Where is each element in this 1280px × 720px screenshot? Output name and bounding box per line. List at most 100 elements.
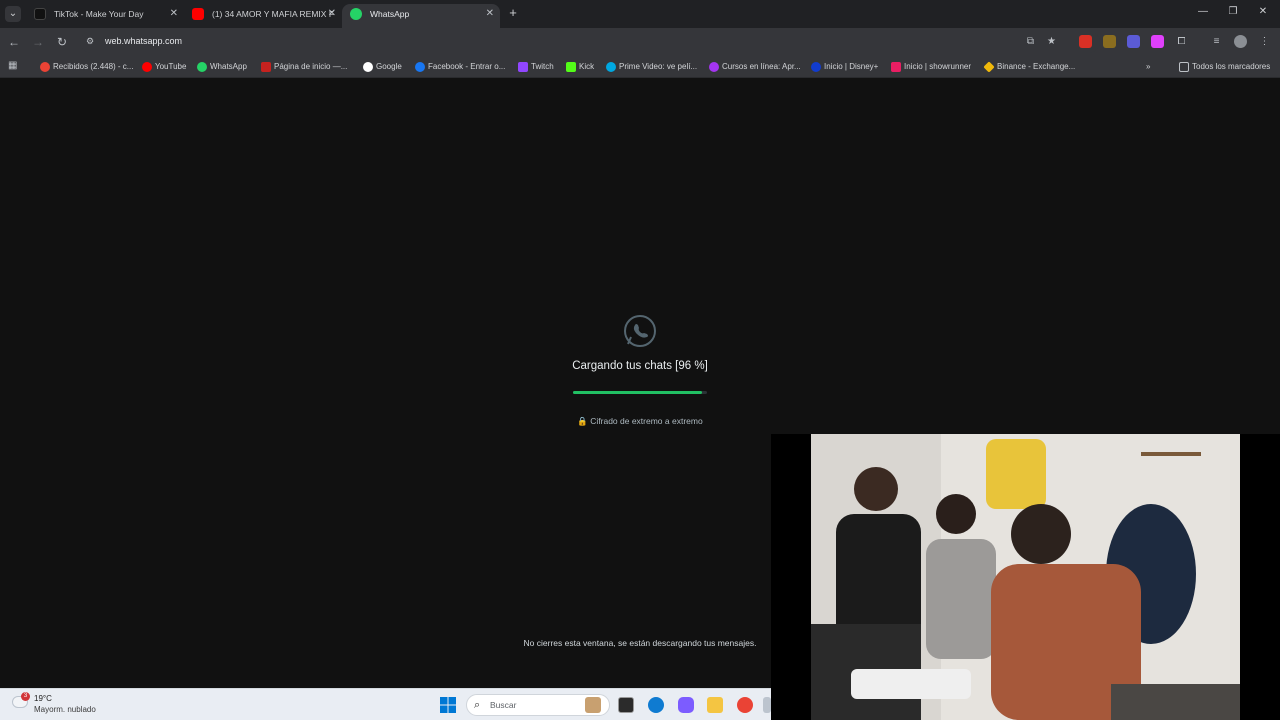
- bookmark-cursos[interactable]: Cursos en línea: Apr...: [709, 60, 801, 74]
- bookmark-prime-video[interactable]: Prime Video: ve pelí...: [606, 60, 697, 74]
- webcam-scene-image: [811, 434, 1240, 720]
- more-bookmarks-icon[interactable]: »: [1146, 60, 1150, 74]
- windows-taskbar: 3 19°C Mayorm. nublado ⌕ Buscar: [0, 688, 771, 720]
- install-app-icon[interactable]: ⧉: [1024, 35, 1037, 48]
- bookmark-label: Página de inicio —...: [274, 62, 348, 71]
- bookmark-label: Inicio | showrunner: [904, 62, 971, 71]
- webcam-overlay: [771, 434, 1280, 720]
- bookmark-label: Kick: [579, 62, 595, 71]
- weather-alert-badge: 3: [21, 692, 30, 701]
- tab-title: (1) 34 AMOR Y MAFIA REMIX F: [212, 9, 335, 19]
- facebook-icon: [415, 62, 425, 72]
- youtube-icon: [192, 8, 204, 20]
- bookmark-label: Todos los marcadores: [1192, 62, 1271, 71]
- tab-title: TikTok - Make Your Day: [54, 9, 144, 19]
- disney-icon: [811, 62, 821, 72]
- bookmark-gmail[interactable]: Recibidos (2.448) - c...: [40, 60, 133, 74]
- gmail-icon: [40, 62, 50, 72]
- tab-search-button[interactable]: ⌄: [5, 6, 21, 22]
- bookmark-google[interactable]: Google: [363, 60, 402, 74]
- bookmark-label: Facebook - Entrar o...: [428, 62, 506, 71]
- loading-title: Cargando tus chats [96 %]: [572, 360, 708, 372]
- tiktok-icon: [34, 8, 46, 20]
- menu-kebab-icon[interactable]: ⋮: [1258, 35, 1271, 48]
- search-placeholder: Buscar: [490, 700, 517, 710]
- site-info-icon[interactable]: ⚙: [86, 36, 94, 47]
- bookmark-kick[interactable]: Kick: [566, 60, 594, 74]
- edge-icon[interactable]: [648, 697, 664, 713]
- bookmark-label: Inicio | Disney+: [824, 62, 879, 71]
- url-text: web.whatsapp.com: [105, 36, 183, 46]
- tab-tiktok[interactable]: TikTok - Make Your Day ✕: [26, 4, 184, 28]
- extension-icon[interactable]: [1103, 35, 1116, 48]
- do-not-close-note: No cierres esta ventana, se están descar…: [523, 638, 757, 648]
- bookmark-twitch[interactable]: Twitch: [518, 60, 554, 74]
- bookmark-label: YouTube: [155, 62, 187, 71]
- bookmark-showrunner[interactable]: Inicio | showrunner: [891, 60, 971, 74]
- bookmark-label: Twitch: [531, 62, 554, 71]
- bookmark-inicio[interactable]: Página de inicio —...: [261, 60, 347, 74]
- close-icon[interactable]: ✕: [486, 4, 494, 24]
- close-icon[interactable]: ✕: [170, 4, 178, 24]
- extension-icon[interactable]: [1151, 35, 1164, 48]
- bookmark-disney[interactable]: Inicio | Disney+: [811, 60, 878, 74]
- whatsapp-icon: [197, 62, 207, 72]
- extension-icon[interactable]: [1079, 35, 1092, 48]
- whatsapp-logo-icon: [624, 315, 656, 347]
- profile-avatar[interactable]: [1234, 35, 1247, 48]
- search-highlight-icon[interactable]: [585, 697, 601, 713]
- apps-grid-icon[interactable]: ▦: [8, 60, 17, 71]
- courses-icon: [709, 62, 719, 72]
- tab-whatsapp[interactable]: WhatsApp ✕: [342, 4, 500, 28]
- bookmark-label: Google: [376, 62, 402, 71]
- bookmark-label: Cursos en línea: Apr...: [722, 62, 801, 71]
- youtube-icon: [142, 62, 152, 72]
- whatsapp-icon: [350, 8, 362, 20]
- extensions-puzzle-icon[interactable]: ⧠: [1175, 35, 1188, 48]
- bookmark-label: Prime Video: ve pelí...: [619, 62, 698, 71]
- binance-icon: [983, 61, 995, 73]
- close-icon[interactable]: ✕: [328, 4, 336, 24]
- windows-start-icon[interactable]: [440, 697, 456, 713]
- webcam-video-frame: [811, 434, 1240, 720]
- showrunner-icon: [891, 62, 901, 72]
- tab-youtube[interactable]: (1) 34 AMOR Y MAFIA REMIX F ✕: [184, 4, 342, 28]
- all-bookmarks-folder[interactable]: Todos los marcadores: [1179, 60, 1270, 74]
- extension-icon[interactable]: [1127, 35, 1140, 48]
- folder-icon: [1179, 62, 1189, 72]
- search-icon: ⌕: [474, 699, 481, 711]
- bookmark-facebook[interactable]: Facebook - Entrar o...: [415, 60, 505, 74]
- back-button[interactable]: ←: [6, 34, 22, 50]
- tab-title: WhatsApp: [370, 9, 410, 19]
- loading-progress-fill: [573, 391, 702, 394]
- restore-icon[interactable]: ❐: [1226, 6, 1240, 17]
- prime-video-icon: [606, 62, 616, 72]
- taskbar-app-icon[interactable]: [763, 697, 771, 713]
- browser-toolbar: ← → ↻ ⚙ web.whatsapp.com ⧉ ★ ⧠ ≡ ⋮: [0, 28, 1280, 56]
- new-tab-button[interactable]: +: [506, 5, 520, 21]
- forward-button[interactable]: →: [30, 34, 46, 50]
- weather-temperature[interactable]: 19°C: [34, 694, 52, 703]
- address-bar[interactable]: ⚙ web.whatsapp.com: [80, 31, 1100, 53]
- loading-progress-bar: [573, 391, 707, 394]
- weather-description[interactable]: Mayorm. nublado: [34, 705, 96, 714]
- bookmarks-bar: ▦ Recibidos (2.448) - c... YouTube Whats…: [0, 56, 1280, 78]
- file-explorer-icon[interactable]: [707, 697, 723, 713]
- reload-button[interactable]: ↻: [54, 34, 70, 50]
- task-view-icon[interactable]: [618, 697, 634, 713]
- encryption-note: 🔒 Cifrado de extremo a extremo: [560, 416, 720, 427]
- bookmark-whatsapp[interactable]: WhatsApp: [197, 60, 247, 74]
- minimize-icon[interactable]: —: [1196, 6, 1210, 17]
- copilot-icon[interactable]: [678, 697, 694, 713]
- close-window-icon[interactable]: ✕: [1256, 6, 1270, 17]
- bookmark-star-icon[interactable]: ★: [1045, 35, 1058, 48]
- page-icon: [261, 62, 271, 72]
- chrome-icon[interactable]: [737, 697, 753, 713]
- encryption-note-text: Cifrado de extremo a extremo: [590, 416, 703, 426]
- google-icon: [363, 62, 373, 72]
- tab-bar: ⌄ TikTok - Make Your Day ✕ (1) 34 AMOR Y…: [0, 0, 1280, 28]
- bookmark-binance[interactable]: Binance - Exchange...: [983, 60, 1075, 74]
- media-queue-icon[interactable]: ≡: [1210, 35, 1223, 48]
- bookmark-label: Recibidos (2.448) - c...: [53, 62, 134, 71]
- bookmark-youtube[interactable]: YouTube: [142, 60, 186, 74]
